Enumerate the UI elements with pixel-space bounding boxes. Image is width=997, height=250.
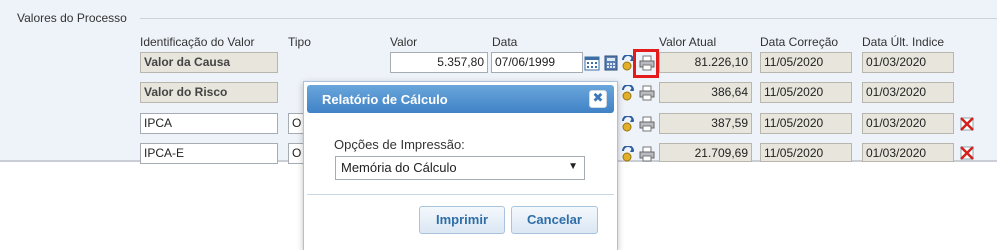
valor-atual-field: 81.226,10: [659, 52, 752, 73]
data-correcao-field: 11/05/2020: [760, 143, 852, 162]
header-data-ult-indice: Data Últ. Indice: [862, 35, 945, 49]
row-name-field: Valor do Risco: [140, 82, 278, 103]
cancel-button[interactable]: Cancelar: [511, 206, 598, 234]
valor-atual-field: 21.709,69: [659, 143, 752, 162]
valor-input[interactable]: 5.357,80: [390, 52, 488, 73]
row-name-field: Valor da Causa: [140, 52, 278, 73]
dialog-titlebar[interactable]: Relatório de Cálculo ✖: [307, 85, 614, 113]
print-options-label: Opções de Impressão:: [334, 137, 465, 152]
valor-atual-field: 387,59: [659, 113, 752, 134]
printer-icon[interactable]: [639, 85, 655, 101]
close-icon[interactable]: ✖: [589, 90, 607, 108]
delete-icon[interactable]: [959, 145, 975, 161]
row-name-input[interactable]: IPCA-E: [140, 143, 278, 164]
calculator-icon[interactable]: [603, 55, 619, 71]
print-button[interactable]: Imprimir: [419, 206, 505, 234]
print-options-selected: Memória do Cálculo: [341, 160, 457, 175]
header-tipo: Tipo: [288, 35, 311, 49]
data-correcao-field: 11/05/2020: [760, 52, 852, 73]
chevron-down-icon: ▼: [568, 161, 578, 172]
recalculate-icon[interactable]: [620, 146, 636, 162]
header-valor: Valor: [390, 35, 418, 49]
data-input[interactable]: 07/06/1999: [491, 52, 583, 73]
highlight-box: [633, 49, 659, 78]
row-name-input[interactable]: IPCA: [140, 113, 278, 134]
data-ult-indice-field: 01/03/2020: [862, 52, 954, 73]
header-data-correcao: Data Correção: [760, 35, 839, 49]
header-identificacao: Identificação do Valor: [140, 35, 255, 49]
fieldset-legend: Valores do Processo: [17, 11, 127, 25]
data-ult-indice-field: 01/03/2020: [862, 113, 954, 134]
printer-icon[interactable]: [639, 116, 655, 132]
data-ult-indice-field: 01/03/2020: [862, 143, 954, 162]
data-correcao-field: 11/05/2020: [760, 113, 852, 134]
recalculate-icon[interactable]: [620, 85, 636, 101]
calendar-icon[interactable]: [584, 55, 600, 71]
data-ult-indice-field: 01/03/2020: [862, 82, 954, 103]
printer-icon[interactable]: [639, 146, 655, 162]
header-valor-atual: Valor Atual: [659, 35, 717, 49]
report-dialog: Relatório de Cálculo ✖ Opções de Impress…: [303, 81, 618, 250]
valor-atual-field: 386,64: [659, 82, 752, 103]
recalculate-icon[interactable]: [620, 116, 636, 132]
data-correcao-field: 11/05/2020: [760, 82, 852, 103]
fieldset-border: [140, 18, 997, 19]
header-data: Data: [492, 35, 518, 49]
print-options-select[interactable]: Memória do Cálculo ▼: [335, 156, 585, 180]
delete-icon[interactable]: [959, 116, 975, 132]
dialog-separator: [307, 194, 614, 195]
dialog-title: Relatório de Cálculo: [322, 92, 448, 107]
